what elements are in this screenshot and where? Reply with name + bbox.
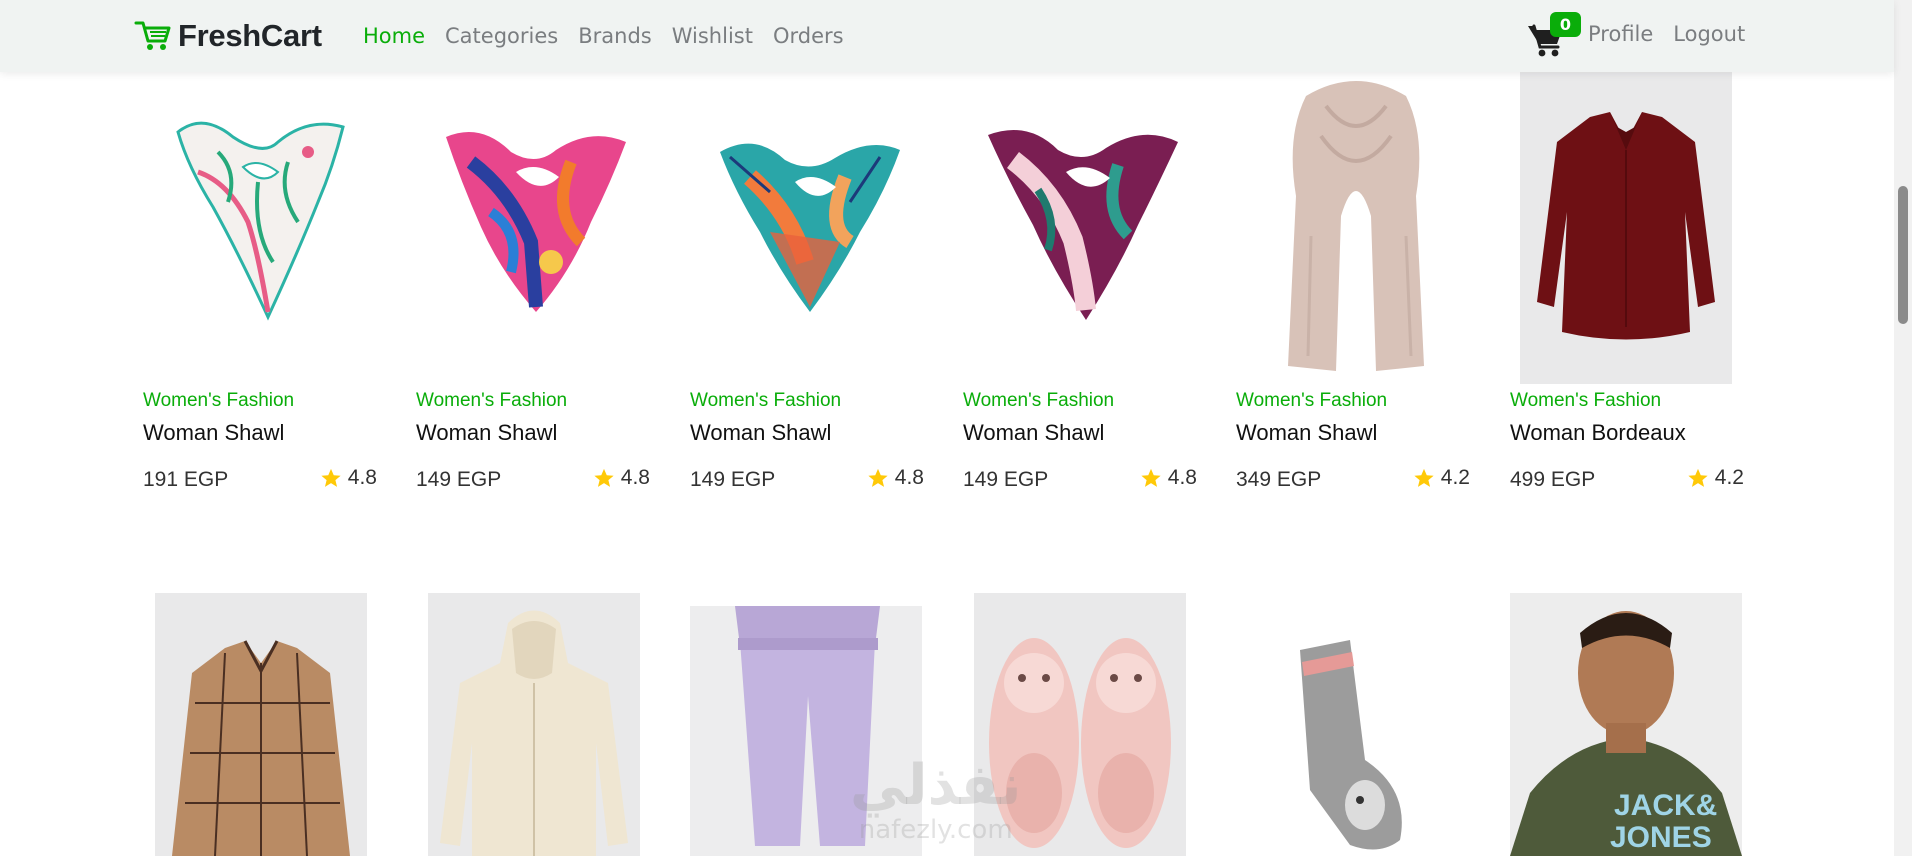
jack-jones-tshirt-image: JACK& JONES xyxy=(1510,611,1742,856)
watermark: نفذلي nafezly.com xyxy=(850,753,1022,845)
nav-profile[interactable]: Profile xyxy=(1588,20,1653,48)
scrollbar-thumb[interactable] xyxy=(1898,186,1908,324)
product-card[interactable] xyxy=(155,593,367,856)
product-card[interactable]: Women's Fashion Woman Shawl 149 EGP 4.8 xyxy=(963,72,1205,502)
rating-value: 4.8 xyxy=(894,466,924,489)
product-price: 349 EGP xyxy=(1236,468,1322,491)
product-category: Women's Fashion xyxy=(1236,390,1388,411)
product-card[interactable] xyxy=(428,593,640,856)
rating-value: 4.8 xyxy=(347,466,377,489)
product-card[interactable]: Women's Fashion Woman Bordeaux 499 EGP 4… xyxy=(1510,72,1752,502)
nav-right: 0 Profile Logout xyxy=(1526,12,1765,57)
star-icon xyxy=(1141,468,1161,487)
product-image xyxy=(176,121,345,321)
star-icon xyxy=(594,468,614,487)
plaid-shirt-image xyxy=(172,640,350,856)
product-card[interactable]: Women's Fashion Woman Shawl 191 EGP 4.8 xyxy=(143,72,385,502)
cart-count-badge: 0 xyxy=(1550,12,1581,37)
nav-brands[interactable]: Brands xyxy=(578,22,652,50)
nav-home[interactable]: Home xyxy=(363,22,425,50)
nav-logout[interactable]: Logout xyxy=(1673,20,1745,48)
star-icon xyxy=(1414,468,1434,487)
product-card[interactable] xyxy=(1270,640,1430,856)
nav-categories[interactable]: Categories xyxy=(445,22,558,50)
product-card[interactable]: Women's Fashion Woman Shawl 149 EGP 4.8 xyxy=(690,72,932,502)
rating-value: 4.8 xyxy=(1167,466,1197,489)
product-rating: 4.8 xyxy=(867,466,924,490)
product-title: Woman Shawl xyxy=(416,420,558,445)
product-category: Women's Fashion xyxy=(416,390,568,411)
cart-logo-icon xyxy=(134,21,171,50)
watermark-latin: nafezly.com xyxy=(858,815,1013,845)
rating-value: 4.2 xyxy=(1440,466,1470,489)
product-card[interactable]: Women's Fashion Woman Shawl 349 EGP 4.2 xyxy=(1236,72,1478,502)
watermark-arabic: نفذلي xyxy=(850,753,1022,818)
tshirt-print-line1: JACK& xyxy=(1614,789,1717,822)
product-title: Woman Bordeaux xyxy=(1510,420,1686,445)
product-price: 191 EGP xyxy=(143,468,229,491)
brand-name: FreshCart xyxy=(178,18,322,53)
product-category: Women's Fashion xyxy=(1510,390,1662,411)
product-image xyxy=(155,593,367,856)
product-price: 499 EGP xyxy=(1510,468,1596,491)
brand-logo[interactable]: FreshCart xyxy=(134,18,322,54)
nav-wishlist[interactable]: Wishlist xyxy=(672,22,753,50)
product-image xyxy=(428,593,640,856)
product-card[interactable]: Women's Fashion Woman Shawl 149 EGP 4.8 xyxy=(416,72,658,502)
product-rating: 4.2 xyxy=(1413,466,1470,490)
product-rating: 4.8 xyxy=(593,466,650,490)
main-nav: Home Categories Brands Wishlist Orders xyxy=(363,22,844,50)
star-icon xyxy=(1688,468,1708,487)
product-category: Women's Fashion xyxy=(963,390,1115,411)
vertical-scrollbar[interactable] xyxy=(1894,0,1912,856)
product-card[interactable]: JACK& JONES xyxy=(1510,593,1742,856)
product-title: Woman Shawl xyxy=(143,420,285,445)
rating-value: 4.8 xyxy=(620,466,650,489)
product-price: 149 EGP xyxy=(963,468,1049,491)
product-image xyxy=(720,143,900,312)
product-image: JACK& JONES xyxy=(1510,593,1742,856)
product-category: Women's Fashion xyxy=(690,390,842,411)
product-rating: 4.2 xyxy=(1687,466,1744,490)
rating-value: 4.2 xyxy=(1714,466,1744,489)
bordeaux-blouse-image xyxy=(1537,112,1715,340)
product-image xyxy=(988,130,1178,320)
product-title: Woman Shawl xyxy=(690,420,832,445)
product-category: Women's Fashion xyxy=(143,390,295,411)
navbar: FreshCart Home Categories Brands Wishlis… xyxy=(0,0,1894,72)
cart-button[interactable]: 0 xyxy=(1526,12,1581,57)
nav-orders[interactable]: Orders xyxy=(773,22,844,50)
product-image xyxy=(1288,81,1424,371)
tshirt-print-line2: JONES xyxy=(1610,821,1712,854)
product-price: 149 EGP xyxy=(690,468,776,491)
product-image xyxy=(1300,640,1402,850)
product-title: Woman Shawl xyxy=(963,420,1105,445)
product-price: 149 EGP xyxy=(416,468,502,491)
product-image xyxy=(1520,72,1732,384)
product-image xyxy=(446,132,626,312)
product-title: Woman Shawl xyxy=(1236,420,1378,445)
product-rating: 4.8 xyxy=(320,466,377,490)
star-icon xyxy=(321,468,341,487)
product-rating: 4.8 xyxy=(1140,466,1197,490)
star-icon xyxy=(868,468,888,487)
cream-hoodie-image xyxy=(440,610,628,856)
